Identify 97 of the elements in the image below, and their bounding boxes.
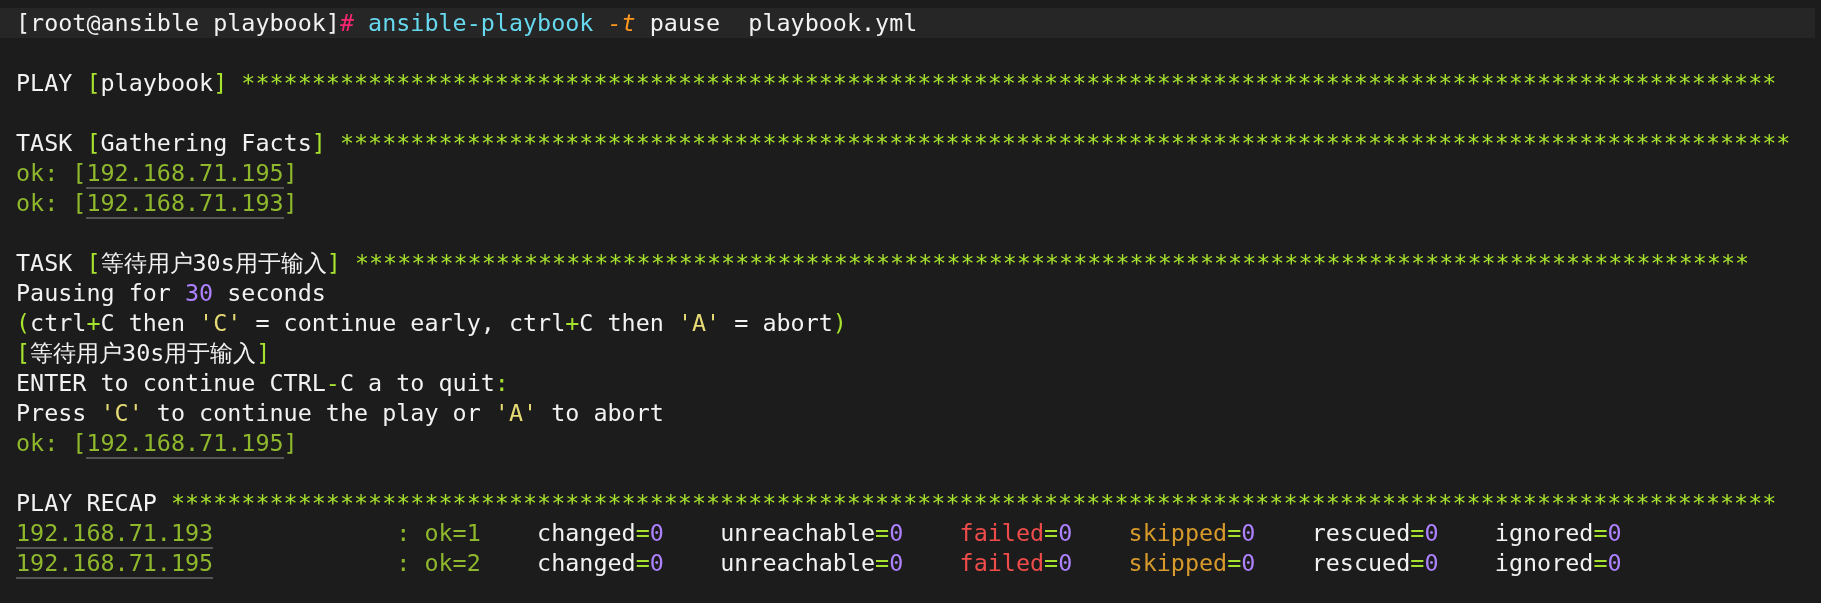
terminal-symbol: ] — [213, 69, 229, 97]
number-value: 0 — [649, 549, 664, 577]
ok-status: ok: [ — [16, 189, 87, 217]
skipped-label: skipped — [1127, 519, 1228, 547]
ok-status: ] — [283, 159, 298, 187]
terminal-symbol: ] — [311, 129, 327, 157]
terminal-text: 等待用户30s用于输入 — [30, 339, 257, 367]
ok-status: ] — [283, 189, 298, 217]
terminal-text: C then — [100, 309, 187, 337]
ok-status: ok: [ — [16, 429, 87, 457]
number-value: 0 — [649, 519, 664, 547]
host-link[interactable]: 192.168.71.195 — [86, 159, 284, 189]
terminal-symbol: [ — [16, 339, 31, 367]
terminal-symbol: + — [565, 309, 580, 337]
number-value: 0 — [889, 519, 904, 547]
failed-label: failed — [958, 549, 1045, 577]
terminal-text: changed — [536, 549, 636, 577]
terminal-symbol: = — [1044, 519, 1059, 547]
number-value: 0 — [1424, 549, 1439, 577]
flag-text: -t — [607, 9, 636, 37]
terminal-symbol: ] — [256, 339, 271, 367]
ok-status: ] — [283, 429, 298, 457]
terminal-text: to abort — [550, 399, 664, 427]
quoted-key: 'C' — [100, 399, 143, 427]
terminal-text: unreachable — [719, 549, 876, 577]
terminal-symbol: : — [494, 369, 509, 397]
terminal-text: ignored — [1493, 519, 1594, 547]
host-link[interactable]: 192.168.71.193 — [86, 189, 284, 219]
separator-stars: *************************************************************************************************** — [354, 249, 1750, 277]
terminal-symbol: [ — [86, 129, 101, 157]
terminal-symbol: = — [1044, 549, 1059, 577]
terminal-text: rescued — [1310, 549, 1411, 577]
ok-status: : ok=2 — [395, 549, 481, 577]
terminal-text: ENTER to continue CTRL — [16, 369, 326, 397]
terminal-symbol: = — [635, 549, 650, 577]
prompt-sign: # — [339, 9, 355, 37]
number-value: 0 — [1607, 519, 1622, 547]
terminal-text: Pausing for — [16, 279, 172, 307]
terminal-symbol: [ — [86, 249, 101, 277]
host-link[interactable]: 192.168.71.195 — [16, 549, 214, 579]
terminal-text: TASK — [16, 249, 74, 277]
terminal-text: seconds — [226, 279, 326, 307]
terminal-symbol: = — [1593, 519, 1608, 547]
command-name: ansible-playbook — [368, 9, 595, 37]
failed-label: failed — [958, 519, 1045, 547]
terminal-symbol: = — [1410, 519, 1425, 547]
terminal-symbol: = — [1593, 549, 1608, 577]
terminal-text: to continue the play or — [155, 399, 482, 427]
terminal-text: pause playbook.yml — [648, 9, 918, 37]
terminal-text: Gathering Facts — [100, 129, 312, 157]
number-value: 30 — [185, 279, 214, 307]
separator-stars: ************************************************************************************************************* — [241, 69, 1777, 97]
terminal-symbol: = — [1227, 519, 1242, 547]
terminal-symbol: ] — [326, 249, 342, 277]
separator-stars: ****************************************************************************************************************** — [170, 489, 1777, 517]
terminal-text: changed — [536, 519, 636, 547]
number-value: 0 — [1241, 519, 1256, 547]
quoted-key: 'C' — [199, 309, 242, 337]
terminal-text: C a to quit — [339, 369, 495, 397]
number-value: 0 — [1241, 549, 1256, 577]
quoted-key: 'A' — [494, 399, 538, 427]
quoted-key: 'A' — [677, 309, 721, 337]
terminal-text: ignored — [1493, 549, 1594, 577]
ok-status: ok: [ — [16, 159, 87, 187]
terminal-symbol: = — [875, 549, 890, 577]
number-value: 0 — [1607, 549, 1622, 577]
terminal-symbol: ) — [832, 309, 847, 337]
terminal-text: PLAY RECAP — [16, 489, 158, 517]
number-value: 0 — [1058, 519, 1073, 547]
host-link[interactable]: 192.168.71.193 — [16, 519, 214, 549]
terminal-symbol: = — [1227, 549, 1242, 577]
terminal-symbol: [ — [86, 69, 101, 97]
ok-status: : ok=1 — [395, 519, 481, 547]
terminal-symbol: - — [325, 369, 340, 397]
skipped-label: skipped — [1127, 549, 1228, 577]
terminal-symbol: = — [635, 519, 650, 547]
number-value: 0 — [889, 549, 904, 577]
separator-stars: ******************************************************************************************************* — [339, 129, 1791, 157]
terminal-symbol: ( — [16, 309, 31, 337]
terminal-text: ctrl — [30, 309, 87, 337]
terminal-text: C then — [579, 309, 665, 337]
terminal-text: unreachable — [719, 519, 876, 547]
terminal-text: playbook — [100, 69, 214, 97]
terminal-text: 等待用户30s用于输入 — [100, 249, 327, 277]
terminal-text: [root@ansible playbook] — [16, 9, 340, 37]
terminal-text: PLAY — [16, 69, 74, 97]
number-value: 0 — [1424, 519, 1439, 547]
terminal-symbol: = — [1410, 549, 1425, 577]
terminal-text: rescued — [1310, 519, 1411, 547]
terminal-symbol: = — [875, 519, 890, 547]
terminal-text: = continue early, ctrl — [254, 309, 566, 337]
number-value: 0 — [1058, 549, 1073, 577]
terminal-symbol: + — [86, 309, 101, 337]
terminal-text: Press — [16, 399, 88, 427]
terminal-text: = abort — [733, 309, 833, 337]
terminal-text: TASK — [16, 129, 74, 157]
host-link[interactable]: 192.168.71.195 — [86, 429, 284, 459]
